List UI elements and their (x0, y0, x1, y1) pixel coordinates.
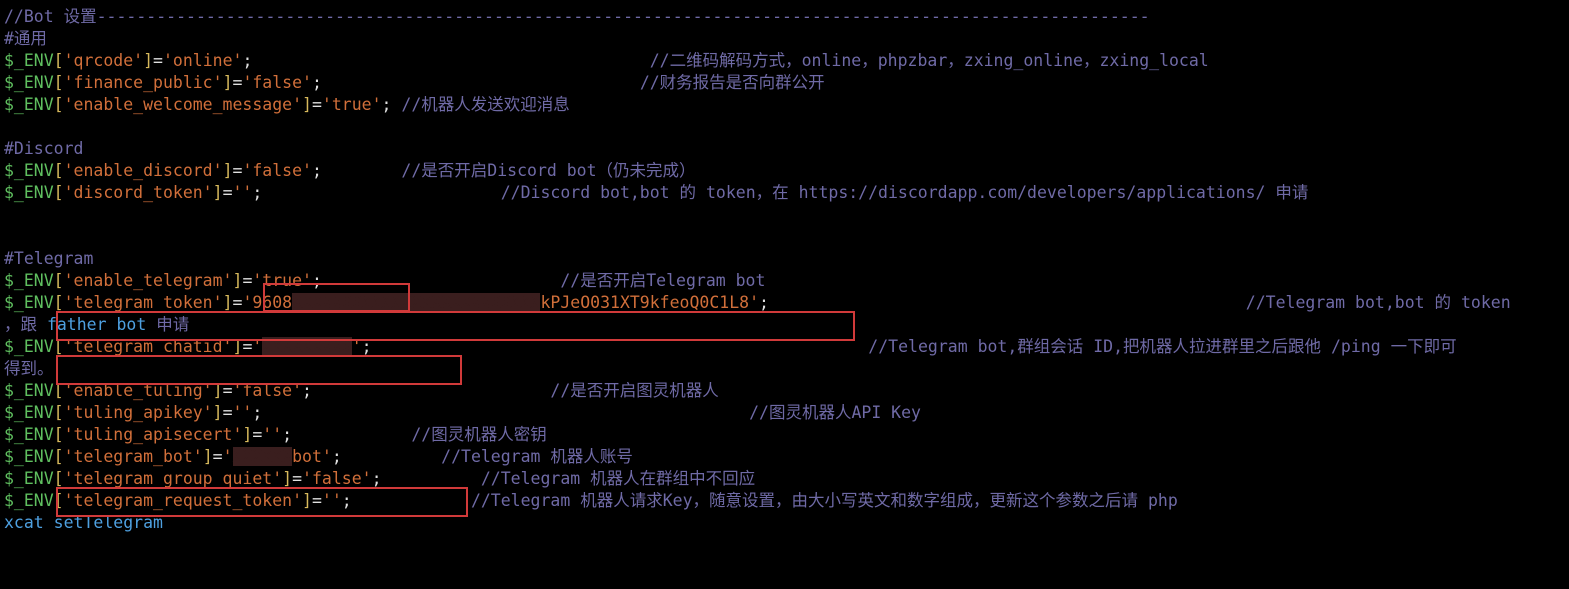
env-var: $_ENV (4, 425, 54, 444)
env-var: $_ENV (4, 491, 54, 510)
env-var: $_ENV (4, 161, 54, 180)
section-header-telegram: #Telegram (4, 249, 93, 268)
section-header-discord: #Discord (4, 139, 83, 158)
redacted-botname: XXXXXX (233, 447, 293, 466)
redacted-token: XXXXXXXXXXXXXXXXXXXXXXXXX (292, 293, 540, 312)
config-code-block: //Bot 设置--------------------------------… (0, 0, 1569, 540)
env-var: $_ENV (4, 271, 54, 290)
env-var: $_ENV (4, 183, 54, 202)
env-var: $_ENV (4, 51, 54, 70)
env-var: $_ENV (4, 381, 54, 400)
command-xcat: xcat setTelegram (4, 513, 163, 532)
section-header-common: #通用 (4, 29, 47, 48)
section-header-bot: //Bot 设置--------------------------------… (4, 7, 1150, 26)
env-var: $_ENV (4, 403, 54, 422)
env-var: $_ENV (4, 337, 54, 356)
env-var: $_ENV (4, 293, 54, 312)
redacted-chatid: XXXXXXXXX (262, 337, 351, 356)
link-father-bot: father bot (47, 315, 146, 334)
env-var: $_ENV (4, 469, 54, 488)
env-var: $_ENV (4, 447, 54, 466)
env-var: $_ENV (4, 95, 54, 114)
env-var: $_ENV (4, 73, 54, 92)
